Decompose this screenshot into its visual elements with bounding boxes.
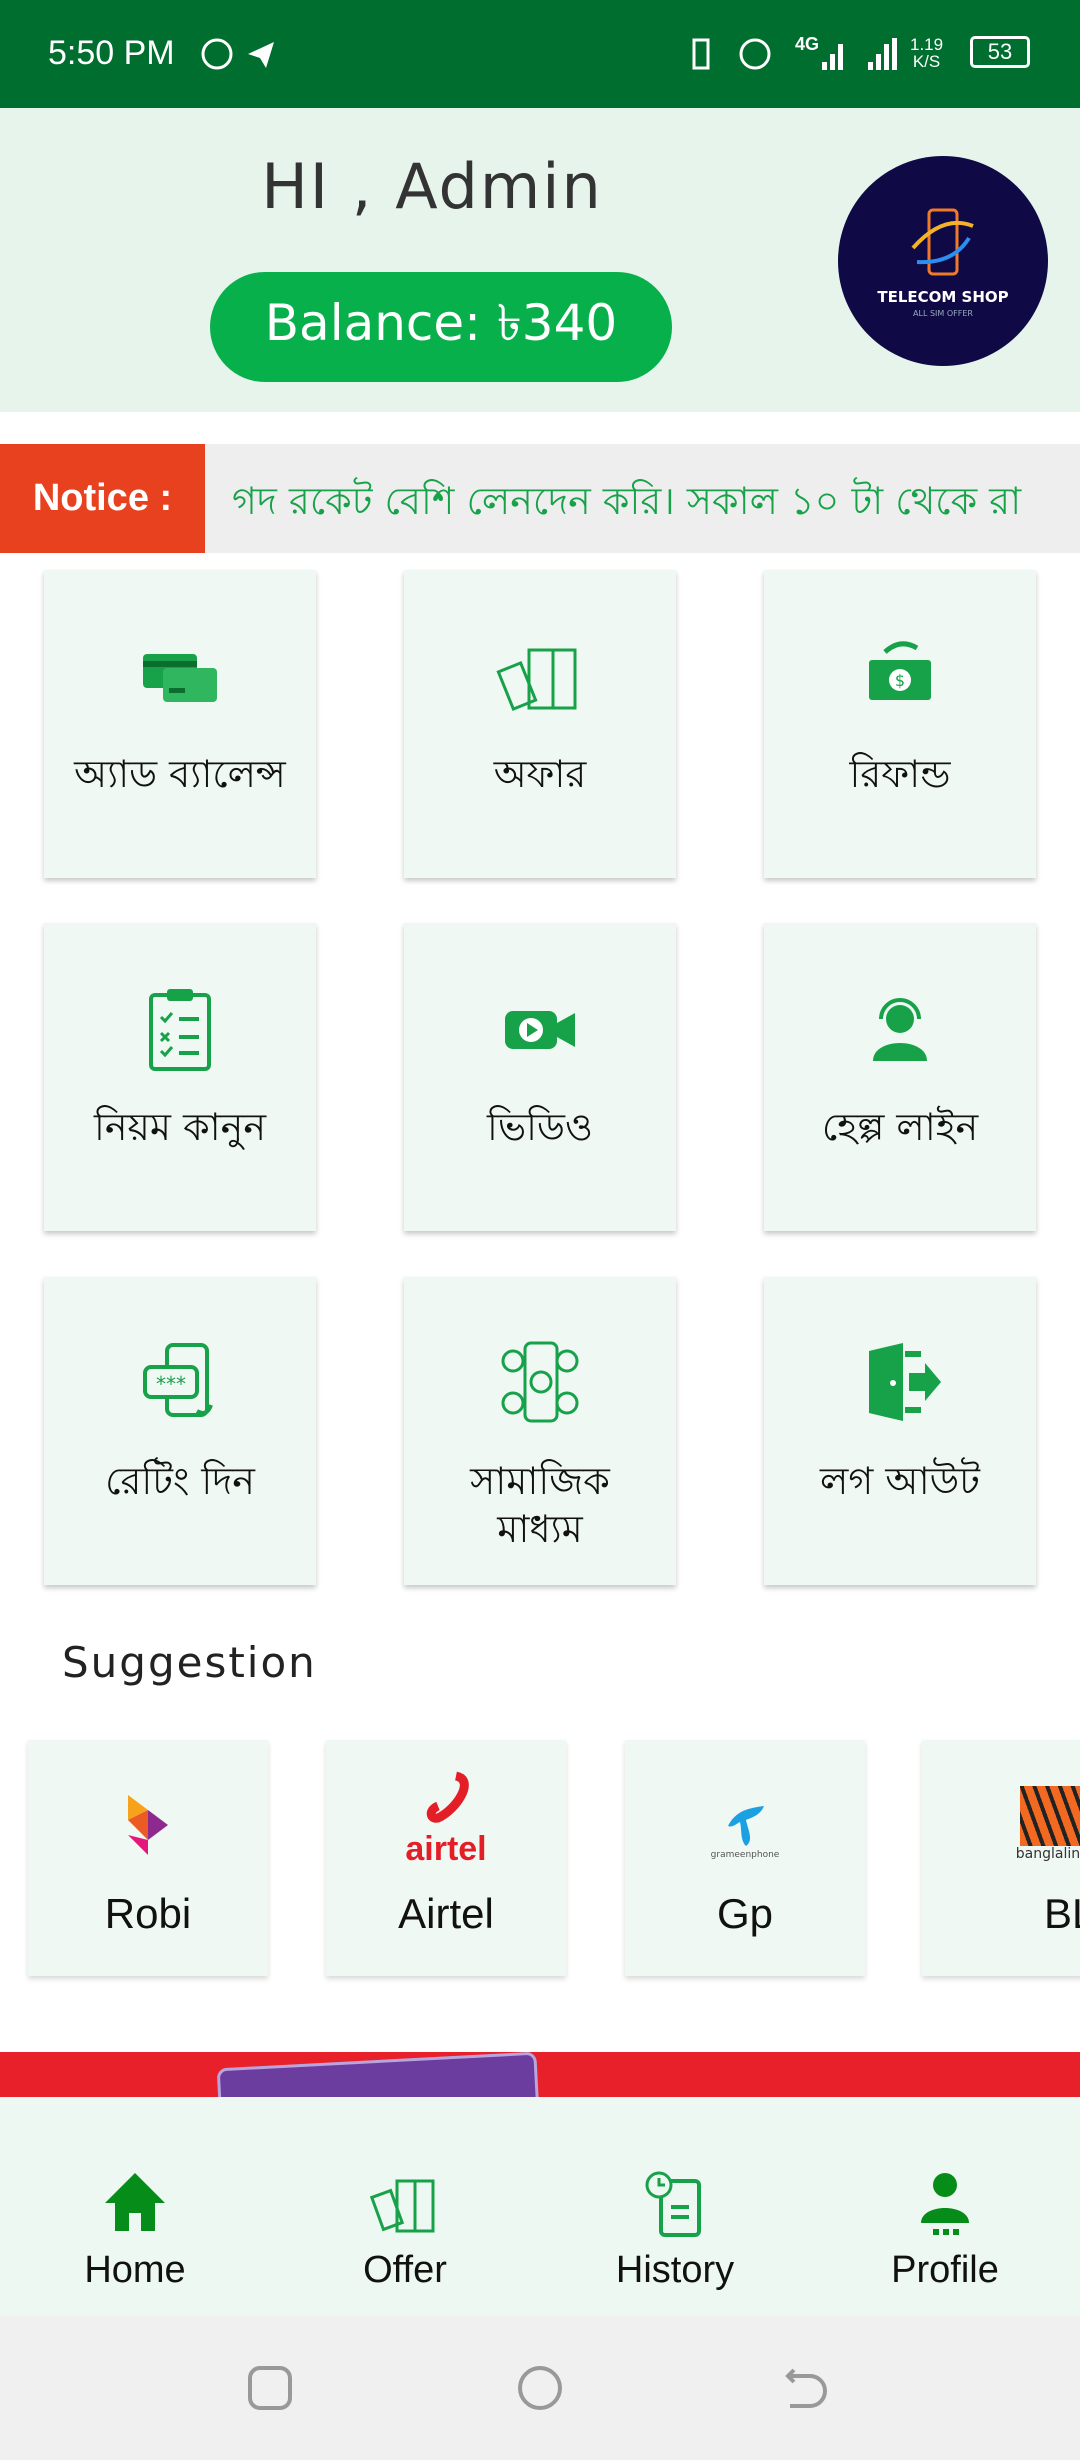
menu-card-headset-support[interactable]: হেল্প লাইন xyxy=(764,923,1036,1231)
gift-offer-icon xyxy=(369,2179,435,2233)
phone-logo-icon xyxy=(911,208,974,276)
bottom-navigation: Home Offer History Profile xyxy=(0,2097,1080,2316)
system-navigation-bar xyxy=(0,2316,1080,2460)
menu-card-credit-card[interactable]: অ্যাড ব্যালেন্স xyxy=(44,570,316,878)
menu-card-label: ভিডিও xyxy=(487,1105,593,1149)
home-icon xyxy=(105,2173,165,2231)
operator-name: Robi xyxy=(104,1890,192,1937)
social-media-icon xyxy=(501,1341,579,1423)
status-bar: 5:50 PM 4G 1.19 K/S 53 xyxy=(0,0,1080,108)
balance-button[interactable]: Balance: ৳340 xyxy=(210,272,672,382)
speed-unit: K/S xyxy=(912,52,941,71)
menu-card-clipboard-checklist[interactable]: নিয়ম কানুন xyxy=(44,923,316,1231)
rating-phone-icon: *** xyxy=(143,1343,213,1417)
nav-profile[interactable]: Profile xyxy=(810,2097,1080,2316)
nav-label: Home xyxy=(84,2249,186,2291)
menu-card-gift-offer[interactable]: অফার xyxy=(404,570,676,878)
menu-card-label: নিয়ম কানুন xyxy=(93,1105,267,1149)
profile-icon xyxy=(921,2173,969,2235)
operator-airtel[interactable]: airtel Airtel xyxy=(326,1740,566,1976)
menu-card-label: লগ আউট xyxy=(820,1459,980,1503)
nav-label: Offer xyxy=(363,2249,447,2291)
operator-bl[interactable]: banglalink BL xyxy=(922,1740,1080,1976)
nav-home[interactable]: Home xyxy=(0,2097,270,2316)
nav-label: History xyxy=(615,2249,735,2291)
nav-label: Profile xyxy=(891,2249,999,2291)
logo-text: TELECOM SHOP xyxy=(877,288,1009,306)
headset-support-icon xyxy=(873,998,927,1061)
refund-money-icon: $ xyxy=(869,641,931,700)
menu-card-label: রিফান্ড xyxy=(849,752,951,796)
recent-apps-button[interactable] xyxy=(248,2366,292,2410)
menu-card-rating-phone[interactable]: *** রেটিং দিন xyxy=(44,1277,316,1585)
video-camera-icon xyxy=(505,1011,575,1049)
history-icon xyxy=(645,2171,701,2237)
whatsapp-telegram-icons xyxy=(201,38,274,70)
status-time: 5:50 PM xyxy=(48,34,175,72)
network-type: 4G xyxy=(795,34,820,54)
credit-card-icon xyxy=(143,654,217,702)
menu-card-label: অ্যাড ব্যালেন্স xyxy=(74,752,286,796)
gift-offer-icon xyxy=(496,648,577,711)
back-button[interactable] xyxy=(784,2364,834,2414)
promo-banner[interactable] xyxy=(0,2052,1080,2097)
operator-name: Gp xyxy=(716,1890,774,1937)
menu-card-label: হেল্প লাইন xyxy=(821,1105,979,1149)
notice-marquee: Notice : গদ রকেট বেশি লেনদেন করি। সকাল ১… xyxy=(0,444,1080,553)
banglalink-logo xyxy=(1020,1786,1080,1846)
svg-text:$: $ xyxy=(895,671,905,690)
menu-card-label: সামাজিক মাধ্যম xyxy=(470,1459,610,1551)
notice-text: গদ রকেট বেশি লেনদেন করি। সকাল ১০ টা থেকে… xyxy=(232,479,1022,523)
logout-door-icon xyxy=(869,1343,941,1421)
airtel-logo xyxy=(426,1771,469,1823)
battery-level: 53 xyxy=(987,39,1013,64)
operator-name: Airtel xyxy=(398,1890,494,1937)
header: HI , Admin Balance: ৳340 TELECOM SHOP AL… xyxy=(0,108,1080,412)
menu-card-label: রেটিং দিন xyxy=(105,1459,255,1503)
menu-card-label: অফার xyxy=(493,752,587,796)
operator-name: BL xyxy=(1044,1890,1080,1937)
menu-card-video-camera[interactable]: ভিডিও xyxy=(404,923,676,1231)
notice-label: Notice : xyxy=(0,444,205,553)
greeting: HI , Admin xyxy=(261,150,603,223)
svg-text:***: *** xyxy=(156,1372,186,1396)
shop-logo[interactable]: TELECOM SHOP ALL SIM OFFER xyxy=(838,156,1048,366)
airtel-logo-text: airtel xyxy=(405,1830,487,1868)
suggestion-title: Suggestion xyxy=(62,1638,317,1687)
menu-card-social-media[interactable]: সামাজিক মাধ্যম xyxy=(404,1277,676,1585)
grameenphone-logo xyxy=(728,1806,764,1846)
operator-robi[interactable]: Robi xyxy=(28,1740,268,1976)
battery-indicator: 53 xyxy=(970,36,1030,68)
robi-logo xyxy=(128,1795,168,1855)
home-system-button[interactable] xyxy=(518,2366,562,2410)
menu-card-refund-money[interactable]: $ রিফান্ড xyxy=(764,570,1036,878)
nav-offer[interactable]: Offer xyxy=(270,2097,540,2316)
bl-logo-text: banglalink xyxy=(1015,1846,1080,1862)
signal-icon xyxy=(822,38,897,70)
operator-gp[interactable]: grameenphone Gp xyxy=(625,1740,865,1976)
clipboard-checklist-icon xyxy=(149,989,211,1071)
logo-subtext: ALL SIM OFFER xyxy=(913,309,973,318)
gp-logo-text: grameenphone xyxy=(710,1850,780,1860)
menu-card-logout-door[interactable]: লগ আউট xyxy=(764,1277,1036,1585)
nav-history[interactable]: History xyxy=(540,2097,810,2316)
